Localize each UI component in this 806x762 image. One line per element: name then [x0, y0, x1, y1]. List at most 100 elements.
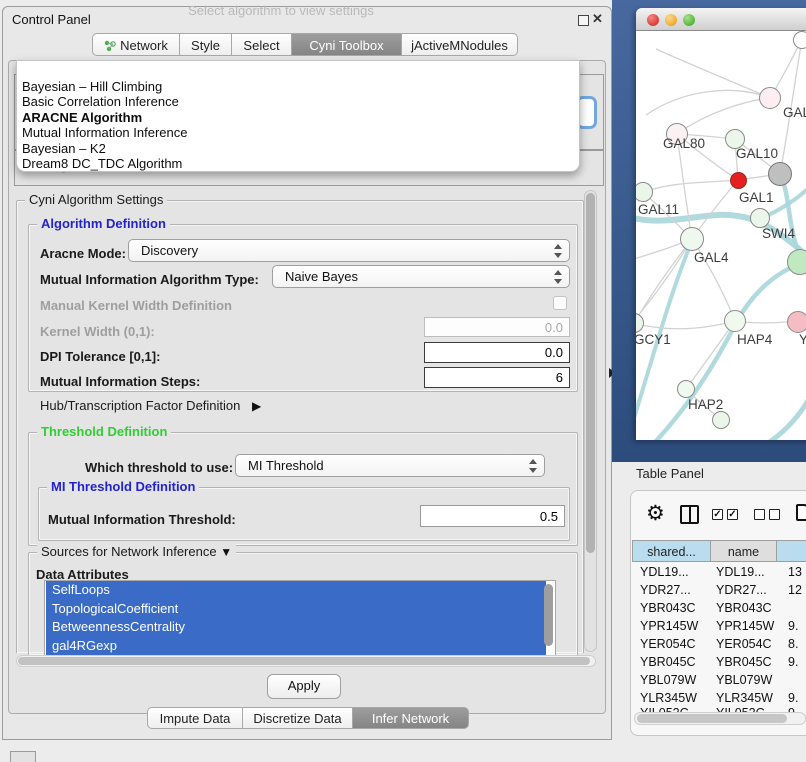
node-label-gal4: GAL4	[694, 250, 729, 265]
network-canvas[interactable]: GAL80 GAL10 GAL1 GAL11 SWI4 GAL4 GCY1 HA…	[636, 31, 806, 440]
table-cell[interactable]: YBR045C	[716, 655, 772, 669]
column-view-icon[interactable]	[680, 505, 699, 524]
node-label-gcy1: GCY1	[636, 332, 671, 347]
table-cell[interactable]: 8.	[788, 637, 798, 651]
zoom-button[interactable]	[683, 14, 695, 26]
aracne-mode-combobox[interactable]: Discovery	[128, 239, 570, 262]
table-cell[interactable]: YBR045C	[640, 655, 696, 669]
mi-threshold-title: MI Threshold Definition	[47, 479, 199, 494]
network-node-gray[interactable]	[768, 162, 792, 186]
table-cell[interactable]: YBL079W	[640, 673, 696, 687]
list-item[interactable]: BetweennessCentrality	[46, 618, 546, 637]
network-node[interactable]	[793, 31, 806, 49]
network-node-gal4[interactable]	[680, 227, 704, 251]
tab-select[interactable]: Select	[232, 33, 292, 56]
table-cell[interactable]: YDL19...	[716, 565, 765, 579]
kernel-width-input[interactable]	[424, 317, 570, 337]
network-node-gal1[interactable]	[730, 172, 747, 189]
mi-steps-input[interactable]	[424, 367, 570, 388]
table-cell[interactable]: YLR345W	[716, 691, 773, 705]
tab-infer-network[interactable]: Infer Network	[353, 707, 469, 729]
settings-scrollbar-thumb[interactable]	[586, 193, 595, 553]
network-node[interactable]	[712, 411, 730, 429]
table-cell[interactable]: 12	[788, 583, 802, 597]
column-header-clipped[interactable]	[776, 540, 806, 562]
table-cell[interactable]: YER054C	[716, 637, 772, 651]
tab-network-label: Network	[120, 38, 168, 53]
export-table-icon[interactable]	[796, 504, 806, 521]
tab-jactivemnodules[interactable]: jActiveMNodules	[402, 33, 518, 56]
node-label-clipped: GAL	[783, 105, 806, 120]
tab-discretize-data-label: Discretize Data	[253, 711, 341, 726]
list-item[interactable]: gal4RGexp	[46, 637, 546, 656]
table-cell[interactable]: 9.	[788, 691, 798, 705]
network-node-green-large[interactable]	[787, 249, 806, 275]
minimize-button[interactable]	[665, 14, 677, 26]
settings-h-scrollbar-thumb[interactable]	[18, 657, 590, 665]
tab-network[interactable]: Network	[92, 33, 180, 56]
tab-impute-data[interactable]: Impute Data	[147, 707, 243, 729]
dropdown-item[interactable]: Basic Correlation Inference	[20, 94, 572, 109]
table-cell[interactable]: YBL079W	[716, 673, 772, 687]
network-node-pink[interactable]	[787, 311, 806, 333]
which-threshold-label: Which threshold to use:	[85, 460, 233, 475]
tab-style[interactable]: Style	[180, 33, 232, 56]
table-cell[interactable]: 9.	[788, 619, 798, 633]
select-all-checkbox-icon[interactable]: ✓	[712, 509, 723, 520]
dropdown-item[interactable]: Bayesian – K2	[20, 141, 572, 156]
network-node-hap2[interactable]	[677, 380, 695, 398]
tab-infer-network-label: Infer Network	[372, 711, 449, 726]
node-label-clipped: Y	[799, 332, 806, 347]
table-cell[interactable]: YDL19...	[640, 565, 689, 579]
expander-expanded-icon[interactable]: ▼	[220, 545, 232, 559]
collapsed-panel-button[interactable]	[10, 751, 36, 762]
tab-discretize-data[interactable]: Discretize Data	[243, 707, 353, 729]
tab-jactivemnodules-label: jActiveMNodules	[411, 38, 508, 53]
list-item[interactable]: SelfLoops	[46, 581, 546, 600]
network-node-swi4[interactable]	[750, 208, 770, 228]
dpi-tolerance-input[interactable]	[424, 342, 570, 363]
select-all-checkbox-icon[interactable]: ✓	[727, 509, 738, 520]
close-panel-icon[interactable]: ✕	[592, 11, 603, 27]
table-cell[interactable]: YBR043C	[640, 601, 696, 615]
mi-threshold-input[interactable]	[420, 505, 565, 527]
dropdown-item[interactable]: Bayesian – Hill Climbing	[20, 79, 572, 94]
table-h-scrollbar-thumb[interactable]	[637, 714, 787, 723]
deselect-all-checkbox-icon[interactable]	[769, 509, 780, 520]
mi-type-combobox[interactable]: Naive Bayes	[272, 265, 570, 288]
table-cell[interactable]: YPR145W	[640, 619, 698, 633]
algorithm-definition-title: Algorithm Definition	[37, 216, 170, 231]
close-button[interactable]	[647, 14, 659, 26]
data-attributes-list[interactable]: SelfLoops TopologicalCoefficient Between…	[44, 580, 556, 656]
gear-icon[interactable]: ⚙	[646, 501, 665, 526]
table-cell[interactable]: YLR345W	[640, 691, 697, 705]
manual-kernel-checkbox[interactable]	[553, 296, 567, 310]
node-label-swi4: SWI4	[762, 226, 795, 241]
apply-button[interactable]: Apply	[267, 674, 341, 699]
tab-cyni-toolbox-label: Cyni Toolbox	[309, 38, 383, 53]
which-threshold-combobox[interactable]: MI Threshold	[235, 454, 545, 477]
list-item[interactable]: TopologicalCoefficient	[46, 600, 546, 619]
tab-cyni-toolbox[interactable]: Cyni Toolbox	[292, 33, 402, 56]
network-window-titlebar[interactable]	[636, 8, 806, 31]
float-window-icon[interactable]	[578, 15, 589, 26]
network-node-gal7[interactable]	[759, 87, 781, 109]
hub-definition-expander[interactable]: Hub/Transcription Factor Definition ▶	[40, 398, 261, 413]
dropdown-item-selected[interactable]: ARACNE Algorithm	[20, 110, 572, 125]
table-cell[interactable]: 13	[788, 565, 802, 579]
deselect-all-checkbox-icon[interactable]	[754, 509, 765, 520]
list-scrollbar-thumb[interactable]	[544, 584, 553, 646]
dropdown-item[interactable]: Mutual Information Inference	[20, 125, 572, 140]
table-cell[interactable]: YER054C	[640, 637, 696, 651]
table-cell[interactable]: YDR27...	[640, 583, 691, 597]
table-cell[interactable]: 9.	[788, 655, 798, 669]
network-node-hap4[interactable]	[724, 310, 746, 332]
table-cell[interactable]: YDR27...	[716, 583, 767, 597]
column-header-shared[interactable]: shared...	[632, 540, 710, 562]
column-header-name[interactable]: name	[710, 540, 776, 562]
tab-select-label: Select	[243, 38, 279, 53]
table-cell[interactable]: YPR145W	[716, 619, 774, 633]
dropdown-item[interactable]: Dream8 DC_TDC Algorithm	[20, 156, 572, 171]
table-cell[interactable]: YBR043C	[716, 601, 772, 615]
mi-threshold-label: Mutual Information Threshold:	[48, 512, 236, 527]
